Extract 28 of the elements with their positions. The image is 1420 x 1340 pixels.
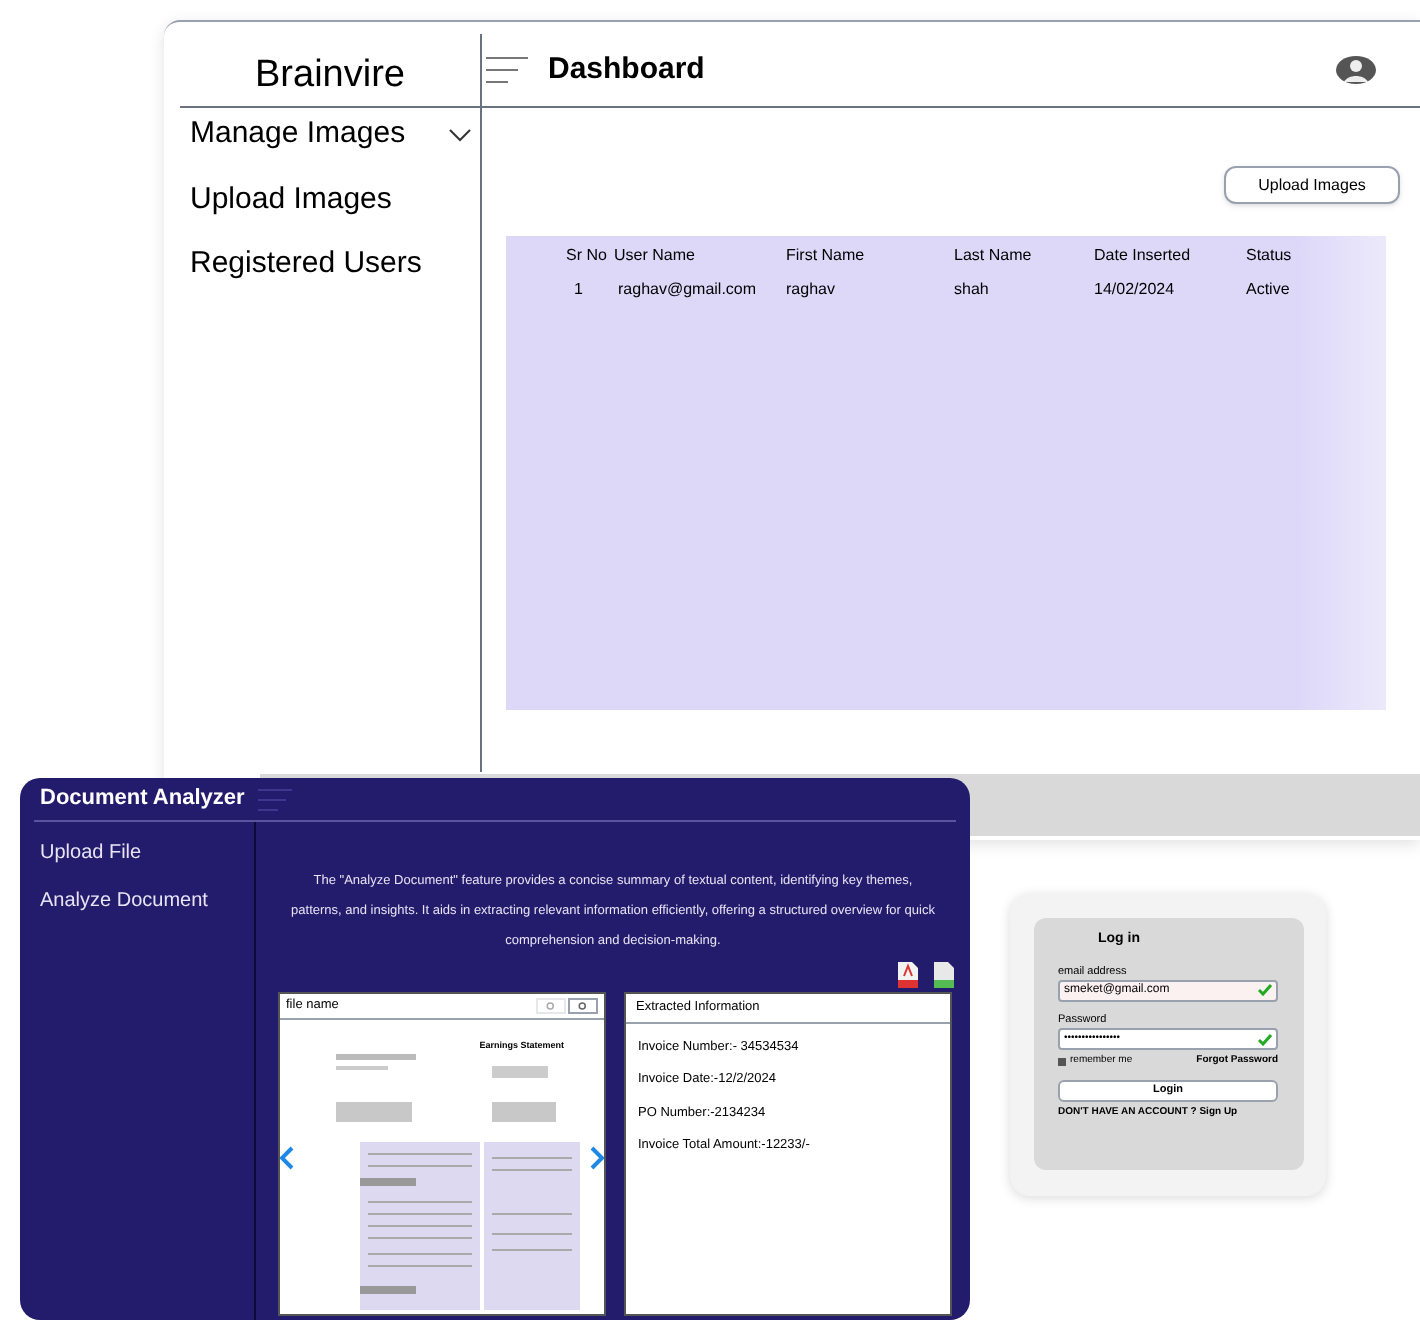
column-header: User Name [614,244,697,268]
sidebar-item[interactable]: Upload Images [190,177,392,222]
table-cell: Active [1246,280,1290,298]
spreadsheet-file-icon[interactable] [934,962,954,988]
column-header: Last Name [954,244,1034,268]
menu-icon[interactable] [486,56,530,84]
remember-checkbox[interactable] [1058,1057,1066,1066]
column-header: Sr No [564,244,609,268]
column-header: Status [1246,244,1294,268]
avatar-icon[interactable] [1336,56,1376,84]
app-title: Document Analyzer [38,784,247,815]
column-header: Date Inserted [1094,242,1246,268]
page-title: Dashboard [548,49,707,90]
table-cell: shah [954,280,989,298]
sidebar-item[interactable]: Analyze Document [40,886,254,916]
table-cell: raghav@gmail.com [618,280,757,298]
upload-images-button[interactable]: Upload Images [1224,166,1400,204]
brand-name: Brainvire [255,51,405,99]
pdf-file-icon[interactable] [898,962,918,988]
zoom-in-icon[interactable] [568,998,598,1014]
column-header: First Name [786,244,867,268]
table-cell: raghav [786,280,835,298]
chevron-down-icon[interactable] [448,127,472,142]
table-cell: 14/02/2024 [1094,280,1175,298]
sidebar-item[interactable]: Manage Images [190,112,472,157]
table-cell: 1 [574,280,583,298]
sidebar-item[interactable]: Upload File [40,838,254,868]
sidebar-item[interactable]: Registered Users [190,242,422,287]
